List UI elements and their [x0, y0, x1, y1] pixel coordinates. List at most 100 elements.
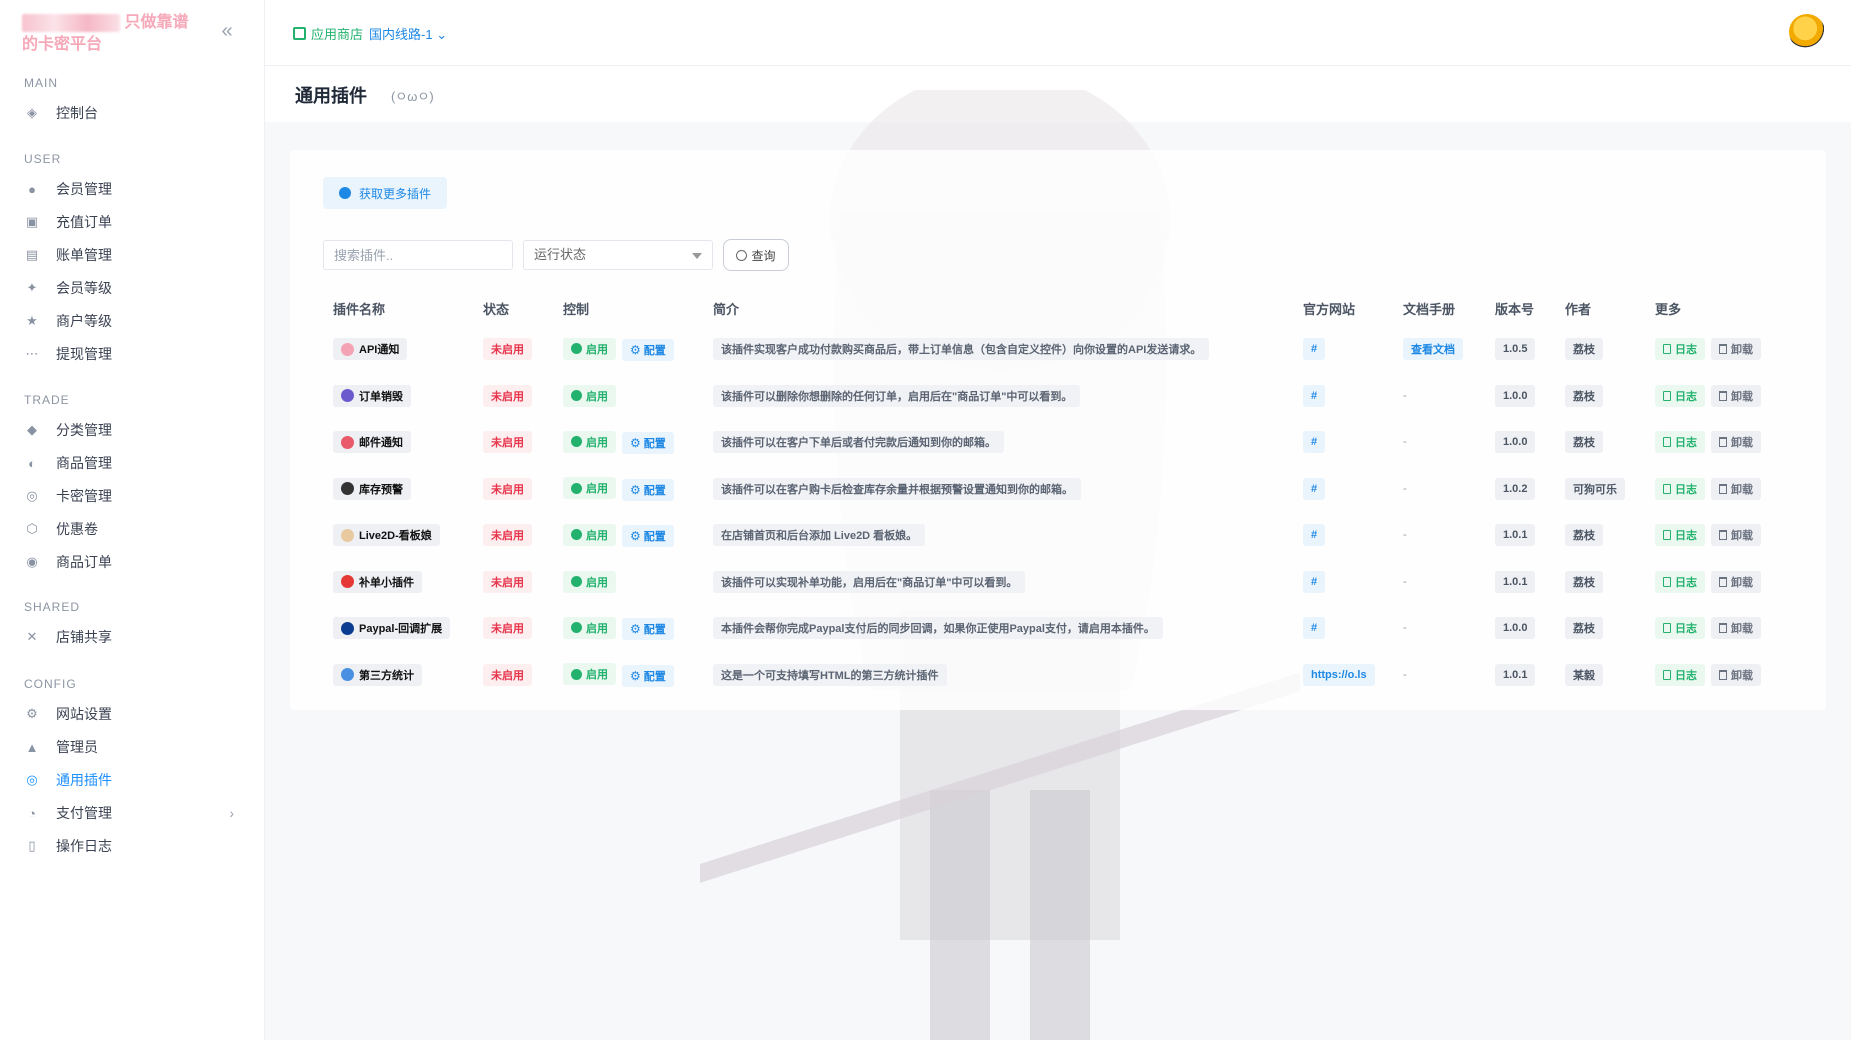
author-badge: 荔枝 [1565, 617, 1603, 640]
table-cell: 日志 卸载 [1645, 605, 1775, 652]
log-button[interactable]: 日志 [1655, 431, 1705, 454]
table-cell: 第三方统计 [323, 652, 473, 699]
level-icon: ✦ [26, 280, 38, 295]
trash-icon [1719, 669, 1727, 680]
enable-button[interactable]: 启用 [563, 384, 616, 407]
uninstall-button[interactable]: 卸载 [1711, 524, 1761, 547]
sidebar-item-label: 操作日志 [56, 838, 112, 854]
uninstall-button[interactable]: 卸载 [1711, 570, 1761, 593]
sidebar-item-label: 支付管理 [56, 805, 112, 821]
collapse-sidebar-icon[interactable]: « [216, 20, 238, 42]
status-badge: 未启用 [483, 431, 532, 454]
query-button[interactable]: 查询 [723, 239, 789, 271]
play-icon [571, 668, 582, 680]
doc-empty: - [1403, 575, 1407, 588]
enable-button[interactable]: 启用 [563, 430, 616, 453]
sidebar-item-card[interactable]: ◎ 卡密管理 [24, 482, 244, 510]
official-site-link[interactable]: # [1303, 384, 1326, 407]
uninstall-button[interactable]: 卸载 [1711, 338, 1761, 361]
log-button[interactable]: 日志 [1655, 663, 1705, 686]
sidebar-item-level[interactable]: ✦ 会员等级 [24, 274, 244, 302]
route-select[interactable]: 国内线路-1 ⌄ [369, 24, 447, 43]
sidebar-item-dashboard[interactable]: ◈ 控制台 [24, 99, 244, 127]
table-cell: 荔枝 [1555, 559, 1645, 606]
sidebar-item-bill[interactable]: ▤ 账单管理 [24, 241, 244, 269]
table-cell: 日志 卸载 [1645, 559, 1775, 606]
sidebar-item-merchant[interactable]: ★ 商户等级 [24, 307, 244, 335]
sidebar-item-log[interactable]: ▯ 操作日志 [24, 832, 244, 860]
enable-button[interactable]: 启用 [563, 570, 616, 593]
sidebar-item-user[interactable]: ● 会员管理 [24, 175, 244, 203]
sidebar-item-coupon[interactable]: ⬡ 优惠卷 [24, 515, 244, 543]
config-button[interactable]: ⚙ 配置 [622, 664, 674, 687]
sidebar-item-recharge[interactable]: ▣ 充值订单 [24, 208, 244, 236]
log-button[interactable]: 日志 [1655, 338, 1705, 361]
app-store-link[interactable]: 应用商店 国内线路-1 ⌄ [293, 24, 447, 43]
table-cell: 未启用 [473, 419, 553, 466]
uninstall-button[interactable]: 卸载 [1711, 477, 1761, 500]
table-cell: # [1293, 373, 1393, 420]
plugin-logo-icon [341, 528, 354, 542]
sidebar-item-settings[interactable]: ⚙ 网站设置 [24, 700, 244, 728]
enable-button[interactable]: 启用 [563, 663, 616, 685]
sidebar-item-withdraw[interactable]: ⋯ 提现管理 [24, 340, 244, 368]
enable-button[interactable]: 启用 [563, 337, 616, 360]
log-button[interactable]: 日志 [1655, 524, 1705, 547]
enable-button[interactable]: 启用 [563, 523, 616, 546]
sidebar-item-order[interactable]: ◉ 商品订单 [24, 548, 244, 576]
log-button[interactable]: 日志 [1655, 570, 1705, 593]
table-cell: 1.0.0 [1485, 605, 1555, 652]
official-site-link[interactable]: # [1303, 338, 1326, 361]
doc-empty: - [1403, 668, 1407, 681]
search-input[interactable] [323, 240, 513, 270]
user-icon: ● [28, 181, 36, 197]
doc-link[interactable]: 查看文档 [1403, 338, 1463, 361]
sidebar-item-payment[interactable]: ◔ 支付管理 › [24, 799, 244, 827]
sidebar-item-admin[interactable]: ▲ 管理员 [24, 733, 244, 761]
uninstall-button[interactable]: 卸载 [1711, 663, 1761, 686]
sidebar-item-label: 通用插件 [56, 772, 112, 788]
sidebar-item-share[interactable]: ✕ 店铺共享 [24, 623, 244, 651]
plugin-name: 邮件通知 [333, 431, 411, 454]
author-badge: 荔枝 [1565, 570, 1603, 593]
official-site-link[interactable]: # [1303, 477, 1326, 500]
official-site-link[interactable]: # [1303, 570, 1326, 593]
run-status-select[interactable]: 运行状态 [523, 240, 713, 270]
uninstall-button[interactable]: 卸载 [1711, 617, 1761, 640]
log-button[interactable]: 日志 [1655, 617, 1705, 640]
config-button[interactable]: ⚙ 配置 [622, 618, 674, 640]
cloud-icon [339, 187, 351, 199]
table-row: 第三方统计 未启用 启用 ⚙ 配置 这是一个可支持填写HTML的第三方统计插件 https:… [323, 652, 1775, 699]
sidebar-item-plugin[interactable]: ◎ 通用插件 [24, 766, 244, 794]
config-button[interactable]: ⚙ 配置 [622, 478, 674, 501]
official-site-link[interactable]: # [1303, 524, 1326, 547]
table-cell: - [1393, 605, 1485, 652]
version-badge: 1.0.1 [1495, 663, 1536, 686]
sidebar-item-category[interactable]: ◆ 分类管理 [24, 416, 244, 444]
table-cell: 日志 卸载 [1645, 466, 1775, 513]
log-button[interactable]: 日志 [1655, 477, 1705, 500]
enable-button[interactable]: 启用 [563, 616, 616, 639]
avatar[interactable] [1789, 14, 1825, 50]
config-button[interactable]: ⚙ 配置 [622, 339, 674, 361]
official-site-link[interactable]: # [1303, 617, 1326, 640]
sidebar-item-label: 账单管理 [56, 247, 112, 263]
clipboard-icon [1663, 437, 1671, 448]
trash-icon [1719, 390, 1727, 401]
uninstall-button[interactable]: 卸载 [1711, 431, 1761, 454]
log-button[interactable]: 日志 [1655, 384, 1705, 407]
table-cell: 某毅 [1555, 652, 1645, 699]
get-more-plugins-button[interactable]: 获取更多插件 [323, 177, 448, 209]
official-site-link[interactable]: https://o.ls [1303, 663, 1375, 686]
config-button[interactable]: ⚙ 配置 [622, 432, 674, 454]
table-cell: 库存预警 [323, 466, 473, 513]
official-site-link[interactable]: # [1303, 431, 1326, 454]
config-button[interactable]: ⚙ 配置 [622, 525, 674, 547]
gear-icon: ⚙ [630, 668, 641, 683]
table-cell: 未启用 [473, 512, 553, 559]
enable-button[interactable]: 启用 [563, 477, 616, 499]
plugin-description: 该插件实现客户成功付款购买商品后，带上订单信息（包含自定义控件）向你设置的API… [713, 338, 1210, 361]
sidebar-item-product[interactable]: ◐ 商品管理 [24, 449, 244, 477]
brand-logo[interactable]: 只做靠谱 的卡密平台 [22, 12, 212, 56]
uninstall-button[interactable]: 卸载 [1711, 384, 1761, 407]
